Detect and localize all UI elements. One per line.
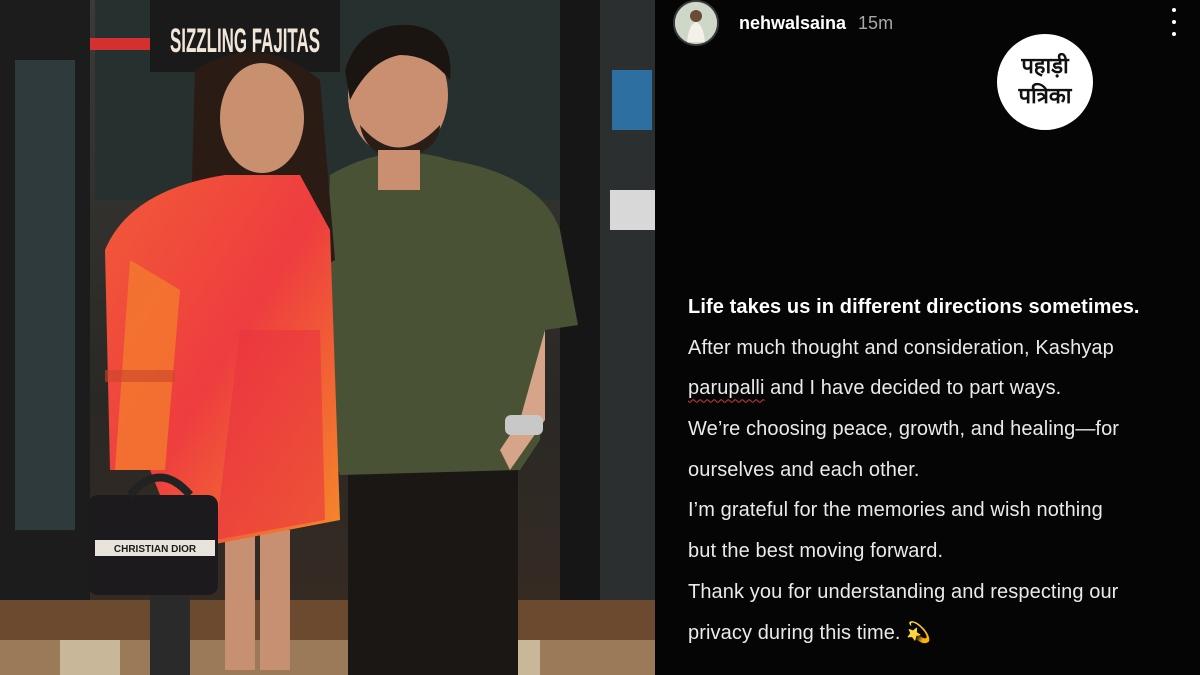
caption-text: and I have decided to part ways. <box>764 377 1062 400</box>
more-vertical-icon[interactable] <box>1166 8 1182 36</box>
caption-line: parupalli and I have decided to part way… <box>688 368 1198 409</box>
caption-line: ourselves and each other. <box>688 458 920 481</box>
caption-heading: Life takes us in different directions so… <box>688 296 1140 318</box>
username[interactable]: nehwalsaina <box>739 13 846 34</box>
story-caption: Life takes us in different directions so… <box>688 287 1198 653</box>
bag-text: CHRISTIAN DIOR <box>114 544 197 555</box>
avatar[interactable] <box>673 0 719 46</box>
caption-line: but the best moving forward. <box>688 540 944 563</box>
timestamp: 15m <box>858 12 894 33</box>
misspelled-word: parupalli <box>688 377 765 400</box>
post-photo: SIZZLING FAJITAS CHRISTIAN DIOR <box>0 0 655 675</box>
caption-line: I’m grateful for the memories and wish n… <box>688 499 1103 522</box>
watermark-logo: पहाड़ी पत्रिका <box>997 34 1093 130</box>
story-panel: nehwalsaina 15m पहाड़ी पत्रिका Life take… <box>655 0 1200 675</box>
caption-line: After much thought and consideration, Ka… <box>688 336 1114 359</box>
couple-photo: SIZZLING FAJITAS CHRISTIAN DIOR <box>0 0 655 675</box>
caption-line: privacy during this time. 💫 <box>688 613 1198 654</box>
avatar-image <box>675 2 717 44</box>
caption-text: privacy during this time. <box>688 621 901 644</box>
watermark-line-2: पत्रिका <box>1018 84 1072 109</box>
caption-line: We’re choosing peace, growth, and healin… <box>688 418 1120 441</box>
watermark-line-1: पहाड़ी <box>1021 54 1069 79</box>
story-header: nehwalsaina 15m <box>673 0 893 46</box>
sparkle-icon: 💫 <box>906 621 932 644</box>
caption-line: Thank you for understanding and respecti… <box>688 580 1119 603</box>
